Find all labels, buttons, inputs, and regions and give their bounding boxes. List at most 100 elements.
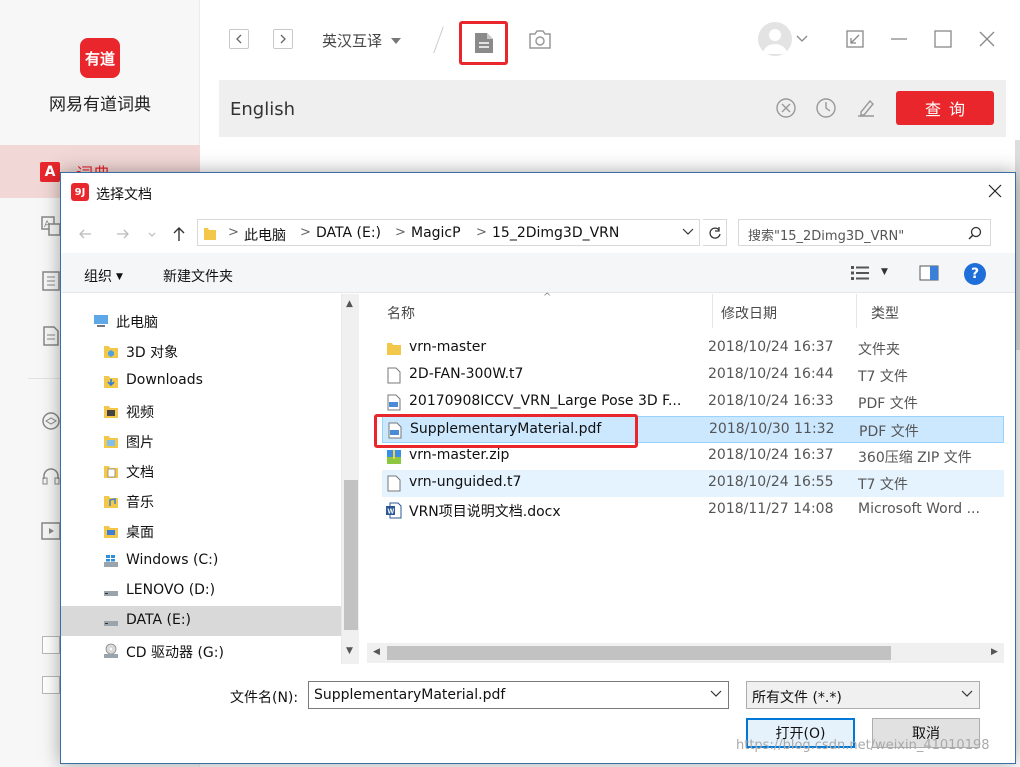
up-arrow-icon[interactable] bbox=[171, 226, 187, 242]
nav-item-documents[interactable]: 文档 bbox=[61, 456, 341, 486]
app-name: 网易有道词典 bbox=[49, 95, 151, 115]
forward-arrow-icon[interactable] bbox=[115, 226, 131, 242]
nav-item-music[interactable]: 音乐 bbox=[61, 486, 341, 516]
close-icon[interactable] bbox=[976, 28, 998, 50]
nav-label: 此电脑 bbox=[116, 315, 158, 331]
column-header-name[interactable]: 名称 ^ bbox=[373, 292, 713, 328]
chevron-down-icon[interactable] bbox=[710, 690, 722, 698]
dialog-close-icon[interactable] bbox=[987, 183, 1003, 199]
back-arrow-icon[interactable] bbox=[77, 226, 93, 242]
annotation-highlight bbox=[374, 414, 638, 448]
sidebar-checkbox[interactable] bbox=[42, 636, 60, 654]
breadcrumb-item[interactable]: 此电脑 bbox=[244, 225, 286, 245]
chevron-down-icon[interactable] bbox=[682, 228, 694, 236]
handwriting-icon[interactable] bbox=[855, 97, 877, 119]
history-icon[interactable] bbox=[815, 97, 837, 119]
file-row[interactable]: 2D-FAN-300W.t7 2018/10/24 16:44 T7 文件 bbox=[382, 362, 1004, 389]
minimize-icon[interactable] bbox=[888, 28, 910, 50]
nav-item-data-e[interactable]: DATA (E:) bbox=[61, 606, 341, 636]
3d-objects-icon bbox=[104, 346, 118, 358]
file-type-filter[interactable]: 所有文件 (*.*) bbox=[746, 681, 980, 709]
organize-menu[interactable]: 组织 ▼ bbox=[84, 266, 123, 286]
refresh-button[interactable] bbox=[703, 219, 727, 246]
file-row[interactable]: vrn-unguided.t7 2018/10/24 16:55 T7 文件 bbox=[382, 470, 1004, 497]
breadcrumb-item[interactable]: 15_2Dimg3D_VRN bbox=[492, 225, 619, 241]
maximize-icon[interactable] bbox=[932, 28, 954, 50]
mini-mode-icon[interactable] bbox=[844, 28, 866, 50]
search-input[interactable]: English bbox=[230, 99, 295, 120]
chevron-down-icon[interactable] bbox=[796, 34, 808, 44]
query-button[interactable]: 查询 bbox=[896, 91, 994, 125]
nav-item-lenovo-d[interactable]: LENOVO (D:) bbox=[61, 576, 341, 606]
view-options-icon[interactable] bbox=[851, 266, 869, 280]
file-date: 2018/10/30 11:32 bbox=[709, 421, 835, 437]
file-row[interactable]: vrn-master 2018/10/24 16:37 文件夹 bbox=[382, 335, 1004, 362]
scrollbar-thumb[interactable] bbox=[387, 646, 891, 660]
breadcrumb-item[interactable]: DATA (E:) bbox=[316, 225, 381, 241]
dictionary-icon: A bbox=[40, 162, 60, 182]
breadcrumb-item[interactable]: MagicP bbox=[411, 225, 461, 241]
scroll-left-icon[interactable]: ◀ bbox=[373, 647, 380, 657]
discover-icon[interactable] bbox=[40, 410, 62, 432]
filename-label: 文件名(N): bbox=[230, 690, 299, 706]
breadcrumb-separator: > bbox=[228, 225, 239, 240]
file-date: 2018/11/27 14:08 bbox=[708, 501, 834, 517]
nav-label: CD 驱动器 (G:) bbox=[126, 645, 224, 661]
nav-item-3d-objects[interactable]: 3D 对象 bbox=[61, 336, 341, 366]
document-translate-button[interactable] bbox=[459, 21, 508, 65]
nav-label: 桌面 bbox=[126, 525, 154, 541]
nav-item-downloads[interactable]: Downloads bbox=[61, 366, 341, 396]
nav-item-pictures[interactable]: 图片 bbox=[61, 426, 341, 456]
chevron-left-icon bbox=[236, 34, 242, 44]
navigation-scrollbar[interactable]: ▲ ▼ bbox=[341, 294, 359, 664]
nav-item-windows-c[interactable]: Windows (C:) bbox=[61, 546, 341, 576]
file-type: PDF 文件 bbox=[859, 424, 919, 440]
file-row[interactable]: W VRN项目说明文档.docx 2018/11/27 14:08 Micros… bbox=[382, 497, 1004, 524]
preview-pane-icon[interactable] bbox=[919, 265, 939, 281]
scroll-right-icon[interactable]: ▶ bbox=[991, 647, 998, 657]
screenshot-camera-icon[interactable] bbox=[528, 28, 552, 50]
scrollbar-thumb[interactable] bbox=[344, 480, 358, 630]
new-folder-button[interactable]: 新建文件夹 bbox=[163, 266, 233, 286]
forward-button[interactable] bbox=[273, 29, 293, 49]
column-header-date[interactable]: 修改日期 bbox=[707, 294, 857, 328]
translate-icon[interactable]: A bbox=[40, 215, 62, 237]
nav-label: DATA (E:) bbox=[126, 612, 192, 628]
scroll-down-icon[interactable]: ▼ bbox=[346, 646, 353, 656]
column-label: 类型 bbox=[871, 306, 899, 322]
nav-item-cd-drive-g[interactable]: CD 驱动器 (G:) bbox=[61, 636, 341, 666]
nav-item-desktop[interactable]: 桌面 bbox=[61, 516, 341, 546]
help-button[interactable]: ? bbox=[964, 263, 986, 285]
zip-icon bbox=[387, 450, 401, 464]
avatar[interactable] bbox=[758, 22, 792, 56]
document-translate-icon[interactable] bbox=[40, 325, 62, 347]
file-row[interactable]: 20170908ICCV_VRN_Large Pose 3D F... 2018… bbox=[382, 389, 1004, 416]
column-header-type[interactable]: 类型 bbox=[857, 294, 1004, 328]
recent-locations-icon[interactable] bbox=[147, 226, 157, 242]
chevron-down-icon bbox=[961, 690, 973, 697]
filter-value: 所有文件 (*.*) bbox=[752, 690, 842, 706]
drive-icon bbox=[104, 621, 118, 626]
headset-icon[interactable] bbox=[40, 465, 62, 487]
file-name: 20170908ICCV_VRN_Large Pose 3D F... bbox=[409, 393, 682, 409]
address-row: > 此电脑 > DATA (E:) > MagicP > 15_2Dimg3D_… bbox=[61, 213, 1015, 253]
view-dropdown-icon[interactable]: ▼ bbox=[881, 267, 888, 277]
folder-search-input[interactable]: 搜索"15_2Dimg3D_VRN" bbox=[738, 219, 991, 246]
nav-item-videos[interactable]: 视频 bbox=[61, 396, 341, 426]
file-name: 2D-FAN-300W.t7 bbox=[409, 366, 524, 382]
file-date: 2018/10/24 16:37 bbox=[708, 447, 834, 463]
horizontal-scrollbar[interactable]: ◀ ▶ bbox=[367, 643, 1004, 663]
language-select[interactable]: 英汉互译 bbox=[322, 30, 402, 51]
document-icon bbox=[474, 33, 493, 53]
address-bar[interactable]: > 此电脑 > DATA (E:) > MagicP > 15_2Dimg3D_… bbox=[197, 219, 700, 246]
video-icon[interactable] bbox=[40, 520, 62, 542]
nav-item-this-pc[interactable]: 此电脑 bbox=[61, 306, 341, 336]
nav-label: Windows (C:) bbox=[126, 552, 219, 568]
caret-down-icon bbox=[391, 37, 402, 44]
clear-icon[interactable] bbox=[775, 97, 797, 119]
scroll-up-icon[interactable]: ▲ bbox=[346, 299, 353, 309]
back-button[interactable] bbox=[229, 29, 249, 49]
filename-input[interactable]: SupplementaryMaterial.pdf bbox=[308, 681, 729, 709]
sidebar-checkbox[interactable] bbox=[42, 676, 60, 694]
wordbook-icon[interactable] bbox=[40, 270, 62, 292]
